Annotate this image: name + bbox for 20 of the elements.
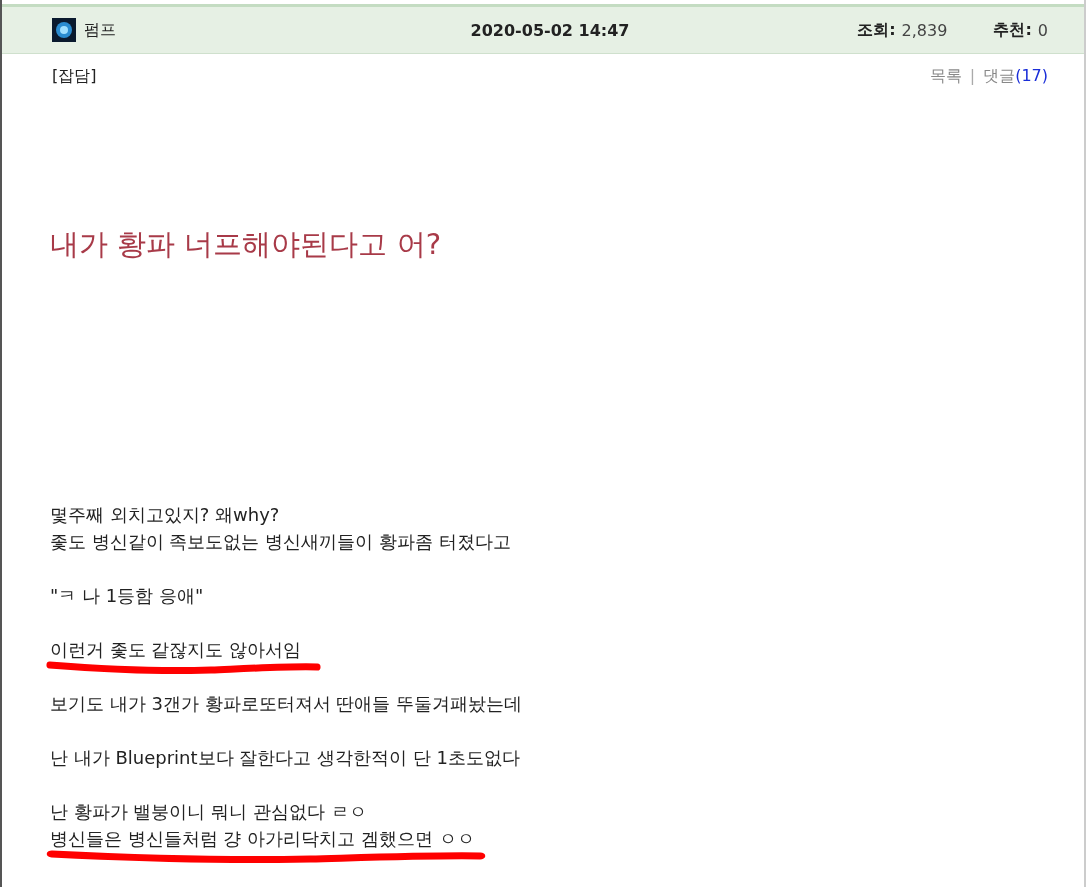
link-separator: | (969, 66, 976, 87)
avatar-icon (52, 18, 76, 42)
body-text: "ㅋ 나 1등함 응애" (50, 585, 204, 606)
post-date: 2020-05-02 14:47 (470, 20, 630, 40)
comments-link[interactable]: 댓글(17) (983, 66, 1048, 87)
author-name[interactable]: 펌프 (84, 19, 116, 41)
views-label: 조회: (857, 19, 896, 41)
body-text: 난 황파가 밸붕이니 뭐니 관심없다 ㄹㅇ (50, 801, 367, 822)
post-title: 내가 황파 너프해야된다고 어? (50, 226, 443, 263)
body-text: 좇도 병신같이 족보도없는 병신새끼들이 황파좀 터졌다고 (50, 531, 511, 552)
recommend-label: 추천: (993, 19, 1032, 41)
body-text: 이런거 좇도 같잖지도 않아서임 (50, 639, 302, 660)
body-text: 몇주째 외치고있지? 왜why? (50, 504, 280, 525)
list-link[interactable]: 목록 (929, 66, 962, 87)
category-label: [잡담] (52, 66, 97, 87)
body-text: 병신들은 병신들처럼 걍 아가리닥치고 겜했으면 ㅇㅇ (50, 828, 475, 849)
body-text: 난 내가 Blueprint보다 잘한다고 생각한적이 단 1초도없다 (50, 747, 520, 768)
body-text: 보기도 내가 3갠가 황파로또터져서 딴애들 뚜둘겨패놨는데 (50, 693, 523, 714)
recommend-count: 0 (1037, 20, 1048, 40)
views-count: 2,839 (901, 20, 948, 40)
